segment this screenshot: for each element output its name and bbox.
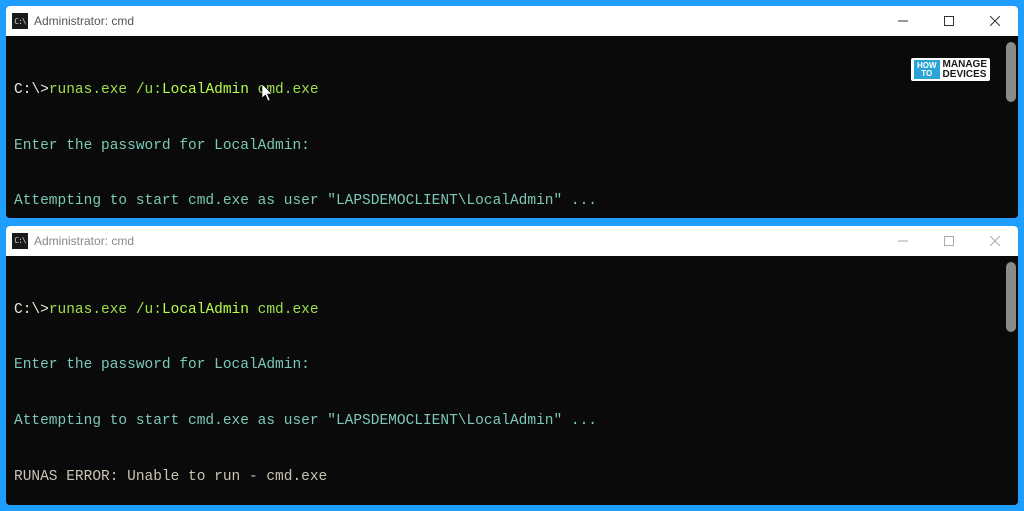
close-button[interactable] — [972, 6, 1018, 36]
error-line: RUNAS ERROR: Unable to run - cmd.exe — [14, 468, 1008, 487]
titlebar[interactable]: C:\ Administrator: cmd — [6, 6, 1018, 36]
prompt: C:\> — [14, 302, 49, 318]
cmd-icon: C:\ — [12, 13, 28, 29]
minimize-button[interactable] — [880, 6, 926, 36]
close-button[interactable] — [972, 226, 1018, 256]
output-line: Attempting to start cmd.exe as user "LAP… — [14, 192, 1008, 211]
command-arg: cmd.exe — [249, 302, 319, 318]
window-controls — [880, 6, 1018, 36]
terminal-output[interactable]: C:\>runas.exe /u:LocalAdmin cmd.exe Ente… — [6, 256, 1018, 505]
prompt: C:\> — [14, 82, 49, 98]
window-controls — [880, 226, 1018, 256]
cmd-icon: C:\ — [12, 233, 28, 249]
titlebar[interactable]: C:\ Administrator: cmd — [6, 226, 1018, 256]
command-user: LocalAdmin — [162, 302, 249, 318]
cmd-window-2: C:\ Administrator: cmd C:\>runas.exe /u:… — [6, 226, 1018, 505]
command-user: LocalAdmin — [162, 82, 249, 98]
output-line: Enter the password for LocalAdmin: — [14, 356, 1008, 375]
command-arg: cmd.exe — [249, 82, 319, 98]
scrollbar-thumb[interactable] — [1006, 42, 1016, 102]
maximize-button[interactable] — [926, 226, 972, 256]
output-line: Attempting to start cmd.exe as user "LAP… — [14, 412, 1008, 431]
output-line: Enter the password for LocalAdmin: — [14, 137, 1008, 156]
window-title: Administrator: cmd — [34, 14, 134, 28]
command-text: runas.exe /u: — [49, 302, 162, 318]
maximize-button[interactable] — [926, 6, 972, 36]
watermark-logo: HOWTO MANAGEDEVICES — [911, 58, 990, 81]
command-text: runas.exe /u: — [49, 82, 162, 98]
window-title: Administrator: cmd — [34, 234, 134, 248]
scrollbar-thumb[interactable] — [1006, 262, 1016, 332]
cmd-window-1: C:\ Administrator: cmd C:\>runas.exe /u:… — [6, 6, 1018, 218]
minimize-button[interactable] — [880, 226, 926, 256]
terminal-output[interactable]: C:\>runas.exe /u:LocalAdmin cmd.exe Ente… — [6, 36, 1018, 218]
